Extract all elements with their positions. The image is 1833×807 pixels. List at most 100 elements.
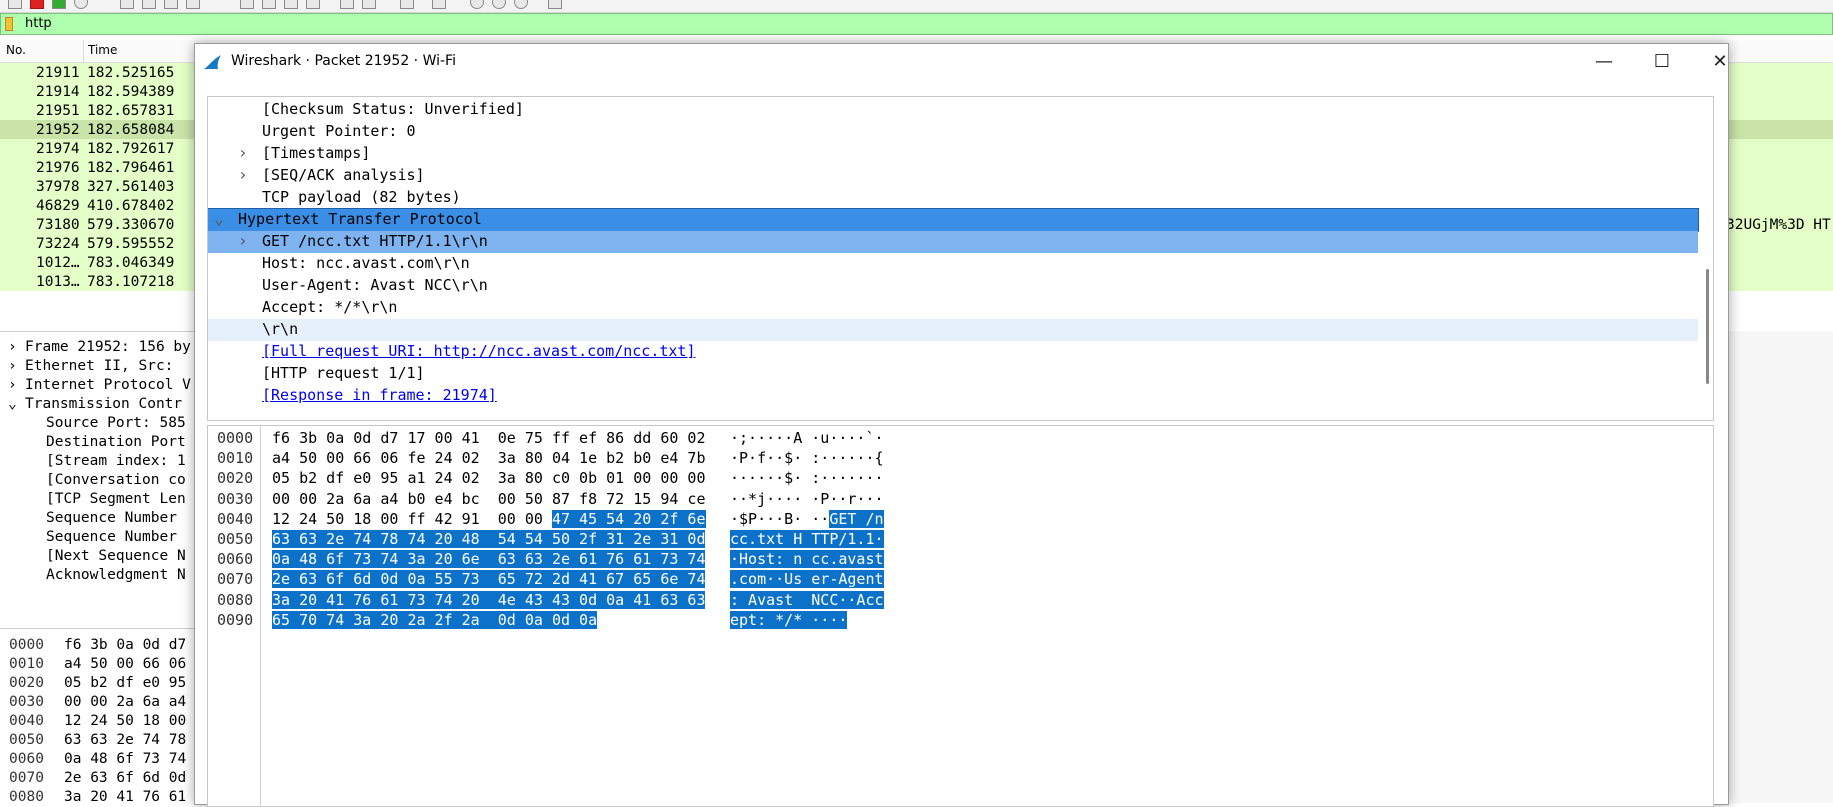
last-packet-icon[interactable] — [362, 0, 376, 9]
column-divider[interactable] — [83, 40, 84, 62]
byte-hex-line[interactable]: a4 50 00 66 06 fe 24 02 3a 80 04 1e b2 b… — [272, 449, 705, 469]
tree-expander-icon[interactable]: › — [238, 231, 248, 250]
go-forward-icon[interactable] — [284, 0, 298, 9]
byte-ascii-line[interactable]: ·$P···B· ··GET /n — [730, 509, 884, 530]
detail-tree-item[interactable]: TCP payload (82 bytes) — [208, 187, 1698, 209]
go-to-packet-icon[interactable] — [306, 0, 320, 9]
zoom-in-icon[interactable] — [470, 0, 484, 9]
byte-ascii-line[interactable]: ·;·····A ·u····`· — [730, 429, 884, 449]
close-file-icon[interactable] — [164, 0, 178, 9]
detail-tree-item[interactable]: Urgent Pointer: 0 — [208, 121, 1698, 143]
resize-columns-icon[interactable] — [548, 0, 562, 9]
capture-options-icon[interactable] — [74, 0, 88, 9]
byte-offset: 0010 — [9, 656, 44, 672]
tree-item[interactable]: Transmission Contr — [25, 396, 182, 412]
detail-tree-item[interactable]: [Response in frame: 21974] — [208, 385, 1698, 407]
reload-icon[interactable] — [186, 0, 200, 9]
detail-tree-item[interactable]: Host: ncc.avast.com\r\n — [208, 253, 1698, 275]
detail-text: [SEQ/ACK analysis] — [262, 166, 425, 184]
tree-item[interactable]: Ethernet II, Src: — [25, 358, 173, 374]
tree-item[interactable]: [Stream index: 1 — [46, 453, 186, 469]
detail-tree-item[interactable]: › [SEQ/ACK analysis] — [208, 165, 1698, 187]
tree-item[interactable]: Destination Port — [46, 434, 186, 450]
details-scrollbar[interactable] — [1703, 97, 1713, 420]
first-packet-icon[interactable] — [340, 0, 354, 9]
tree-expander-icon[interactable]: › — [8, 358, 17, 374]
detail-tree-item[interactable]: Accept: */*\r\n — [208, 297, 1698, 319]
byte-ascii-line[interactable]: .com··Us er-Agent — [730, 570, 884, 590]
tree-item[interactable]: Sequence Number — [46, 510, 177, 526]
byte-hex-line[interactable]: 65 70 74 3a 20 2a 2f 2a 0d 0a 0d 0a — [272, 610, 598, 631]
tree-item[interactable]: Frame 21952: 156 by — [25, 339, 191, 355]
byte-ascii-line[interactable]: ······$· :······· — [730, 469, 884, 489]
tree-item[interactable]: Sequence Number — [46, 529, 177, 545]
detail-tree-item[interactable]: User-Agent: Avast NCC\r\n — [208, 275, 1698, 297]
byte-hex-line[interactable]: 12 24 50 18 00 ff 42 91 00 00 47 45 54 2… — [272, 509, 706, 530]
zoom-out-icon[interactable] — [492, 0, 506, 9]
tree-item[interactable]: [Conversation co — [46, 472, 186, 488]
byte-offset: 0030 — [9, 694, 44, 710]
tree-expander-icon[interactable]: › — [8, 377, 17, 393]
byte-hex-selected: 3a 20 41 76 61 73 74 20 4e 43 43 0d 0a 4… — [272, 590, 706, 609]
restart-capture-icon[interactable] — [52, 0, 66, 9]
minimize-button[interactable]: — — [1575, 44, 1633, 79]
byte-ascii-line[interactable]: cc.txt H TTP/1.1· — [730, 530, 884, 550]
main-toolbar — [0, 0, 1833, 13]
tree-expander-icon[interactable]: ⌄ — [214, 209, 224, 228]
byte-hex-line[interactable]: 3a 20 41 76 61 73 74 20 4e 43 43 0d 0a 4… — [272, 590, 706, 611]
find-packet-icon[interactable] — [240, 0, 254, 9]
detail-tree-item[interactable]: \r\n — [208, 319, 1698, 341]
detail-text: [Checksum Status: Unverified] — [262, 100, 524, 118]
byte-hex-line[interactable]: 2e 63 6f 6d 0d 0a 55 73 65 72 2d 41 67 6… — [272, 570, 706, 590]
maximize-button[interactable]: ☐ — [1633, 44, 1691, 79]
column-header-no[interactable]: No. — [6, 43, 26, 57]
detail-tree-item[interactable]: › GET /ncc.txt HTTP/1.1\r\n — [208, 231, 1698, 253]
column-header-time[interactable]: Time — [88, 43, 117, 57]
go-back-icon[interactable] — [262, 0, 276, 9]
tree-item[interactable]: Acknowledgment N — [46, 567, 186, 583]
display-filter-input[interactable]: http — [25, 16, 52, 31]
byte-ascii-line[interactable]: ept: */* ···· — [730, 610, 848, 631]
byte-hex-line[interactable]: 00 00 2a 6a a4 b0 e4 bc 00 50 87 f8 72 1… — [272, 490, 705, 510]
close-button[interactable]: ✕ — [1691, 44, 1749, 79]
byte-ascii-line[interactable]: : Avast NCC··Acc — [730, 590, 884, 611]
byte-ascii-line[interactable]: ·Host: n cc.avast — [730, 550, 884, 570]
filter-bookmark-icon[interactable] — [5, 17, 13, 31]
display-filter-bar[interactable]: http — [0, 13, 1833, 35]
dialog-titlebar[interactable]: Wireshark · Packet 21952 · Wi-Fi — ☐ ✕ — [195, 44, 1728, 79]
detail-tree-item[interactable]: [Checksum Status: Unverified] — [208, 99, 1698, 121]
tree-expander-icon[interactable]: ⌄ — [8, 396, 17, 412]
byte-hex-line[interactable]: 05 b2 df e0 95 a1 24 02 3a 80 c0 0b 01 0… — [272, 469, 705, 489]
open-file-icon[interactable] — [120, 0, 134, 9]
detail-tree-item[interactable]: [Full request URI: http://ncc.avast.com/… — [208, 341, 1698, 363]
byte-hex: 12 24 50 18 00 — [64, 713, 187, 729]
detail-link[interactable]: [Response in frame: 21974] — [262, 386, 497, 404]
start-capture-icon[interactable] — [8, 0, 22, 9]
byte-hex-line[interactable]: f6 3b 0a 0d d7 17 00 41 0e 75 ff ef 86 d… — [272, 429, 705, 449]
byte-ascii-line[interactable]: ··*j···· ·P··r··· — [730, 490, 884, 510]
scrollbar-thumb[interactable] — [1706, 269, 1709, 384]
tree-expander-icon[interactable]: › — [238, 165, 248, 184]
dialog-packet-bytes: 0000 f6 3b 0a 0d d7 17 00 41 0e 75 ff ef … — [207, 425, 1714, 807]
http-protocol-node[interactable]: ⌄ Hypertext Transfer Protocol — [208, 208, 1699, 232]
tree-item[interactable]: [Next Sequence N — [46, 548, 186, 564]
colorize-icon[interactable] — [432, 0, 446, 9]
detail-tree-item[interactable]: › [Timestamps] — [208, 143, 1698, 165]
tree-expander-icon[interactable]: › — [238, 143, 248, 162]
byte-ascii-line[interactable]: ·P·f··$· :······{ — [730, 449, 884, 469]
autoscroll-icon[interactable] — [400, 0, 414, 9]
byte-hex-line[interactable]: 0a 48 6f 73 74 3a 20 6e 63 63 2e 61 76 6… — [272, 550, 706, 570]
byte-hex: 05 b2 df e0 95 — [64, 675, 187, 691]
stop-capture-icon[interactable] — [30, 0, 44, 9]
tree-item[interactable]: Source Port: 585 — [46, 415, 186, 431]
tree-item[interactable]: Internet Protocol V — [25, 377, 191, 393]
save-file-icon[interactable] — [142, 0, 156, 9]
byte-hex-line[interactable]: 63 63 2e 74 78 74 20 48 54 54 50 2f 31 2… — [272, 530, 706, 550]
normal-size-icon[interactable] — [514, 0, 528, 9]
wireshark-fin-icon — [203, 54, 223, 74]
detail-tree-item[interactable]: [HTTP request 1/1] — [208, 363, 1698, 385]
tree-expander-icon[interactable]: › — [8, 339, 17, 355]
tree-item[interactable]: [TCP Segment Len — [46, 491, 186, 507]
byte-offset: 0020 — [217, 469, 254, 488]
detail-link[interactable]: [Full request URI: http://ncc.avast.com/… — [262, 342, 695, 360]
